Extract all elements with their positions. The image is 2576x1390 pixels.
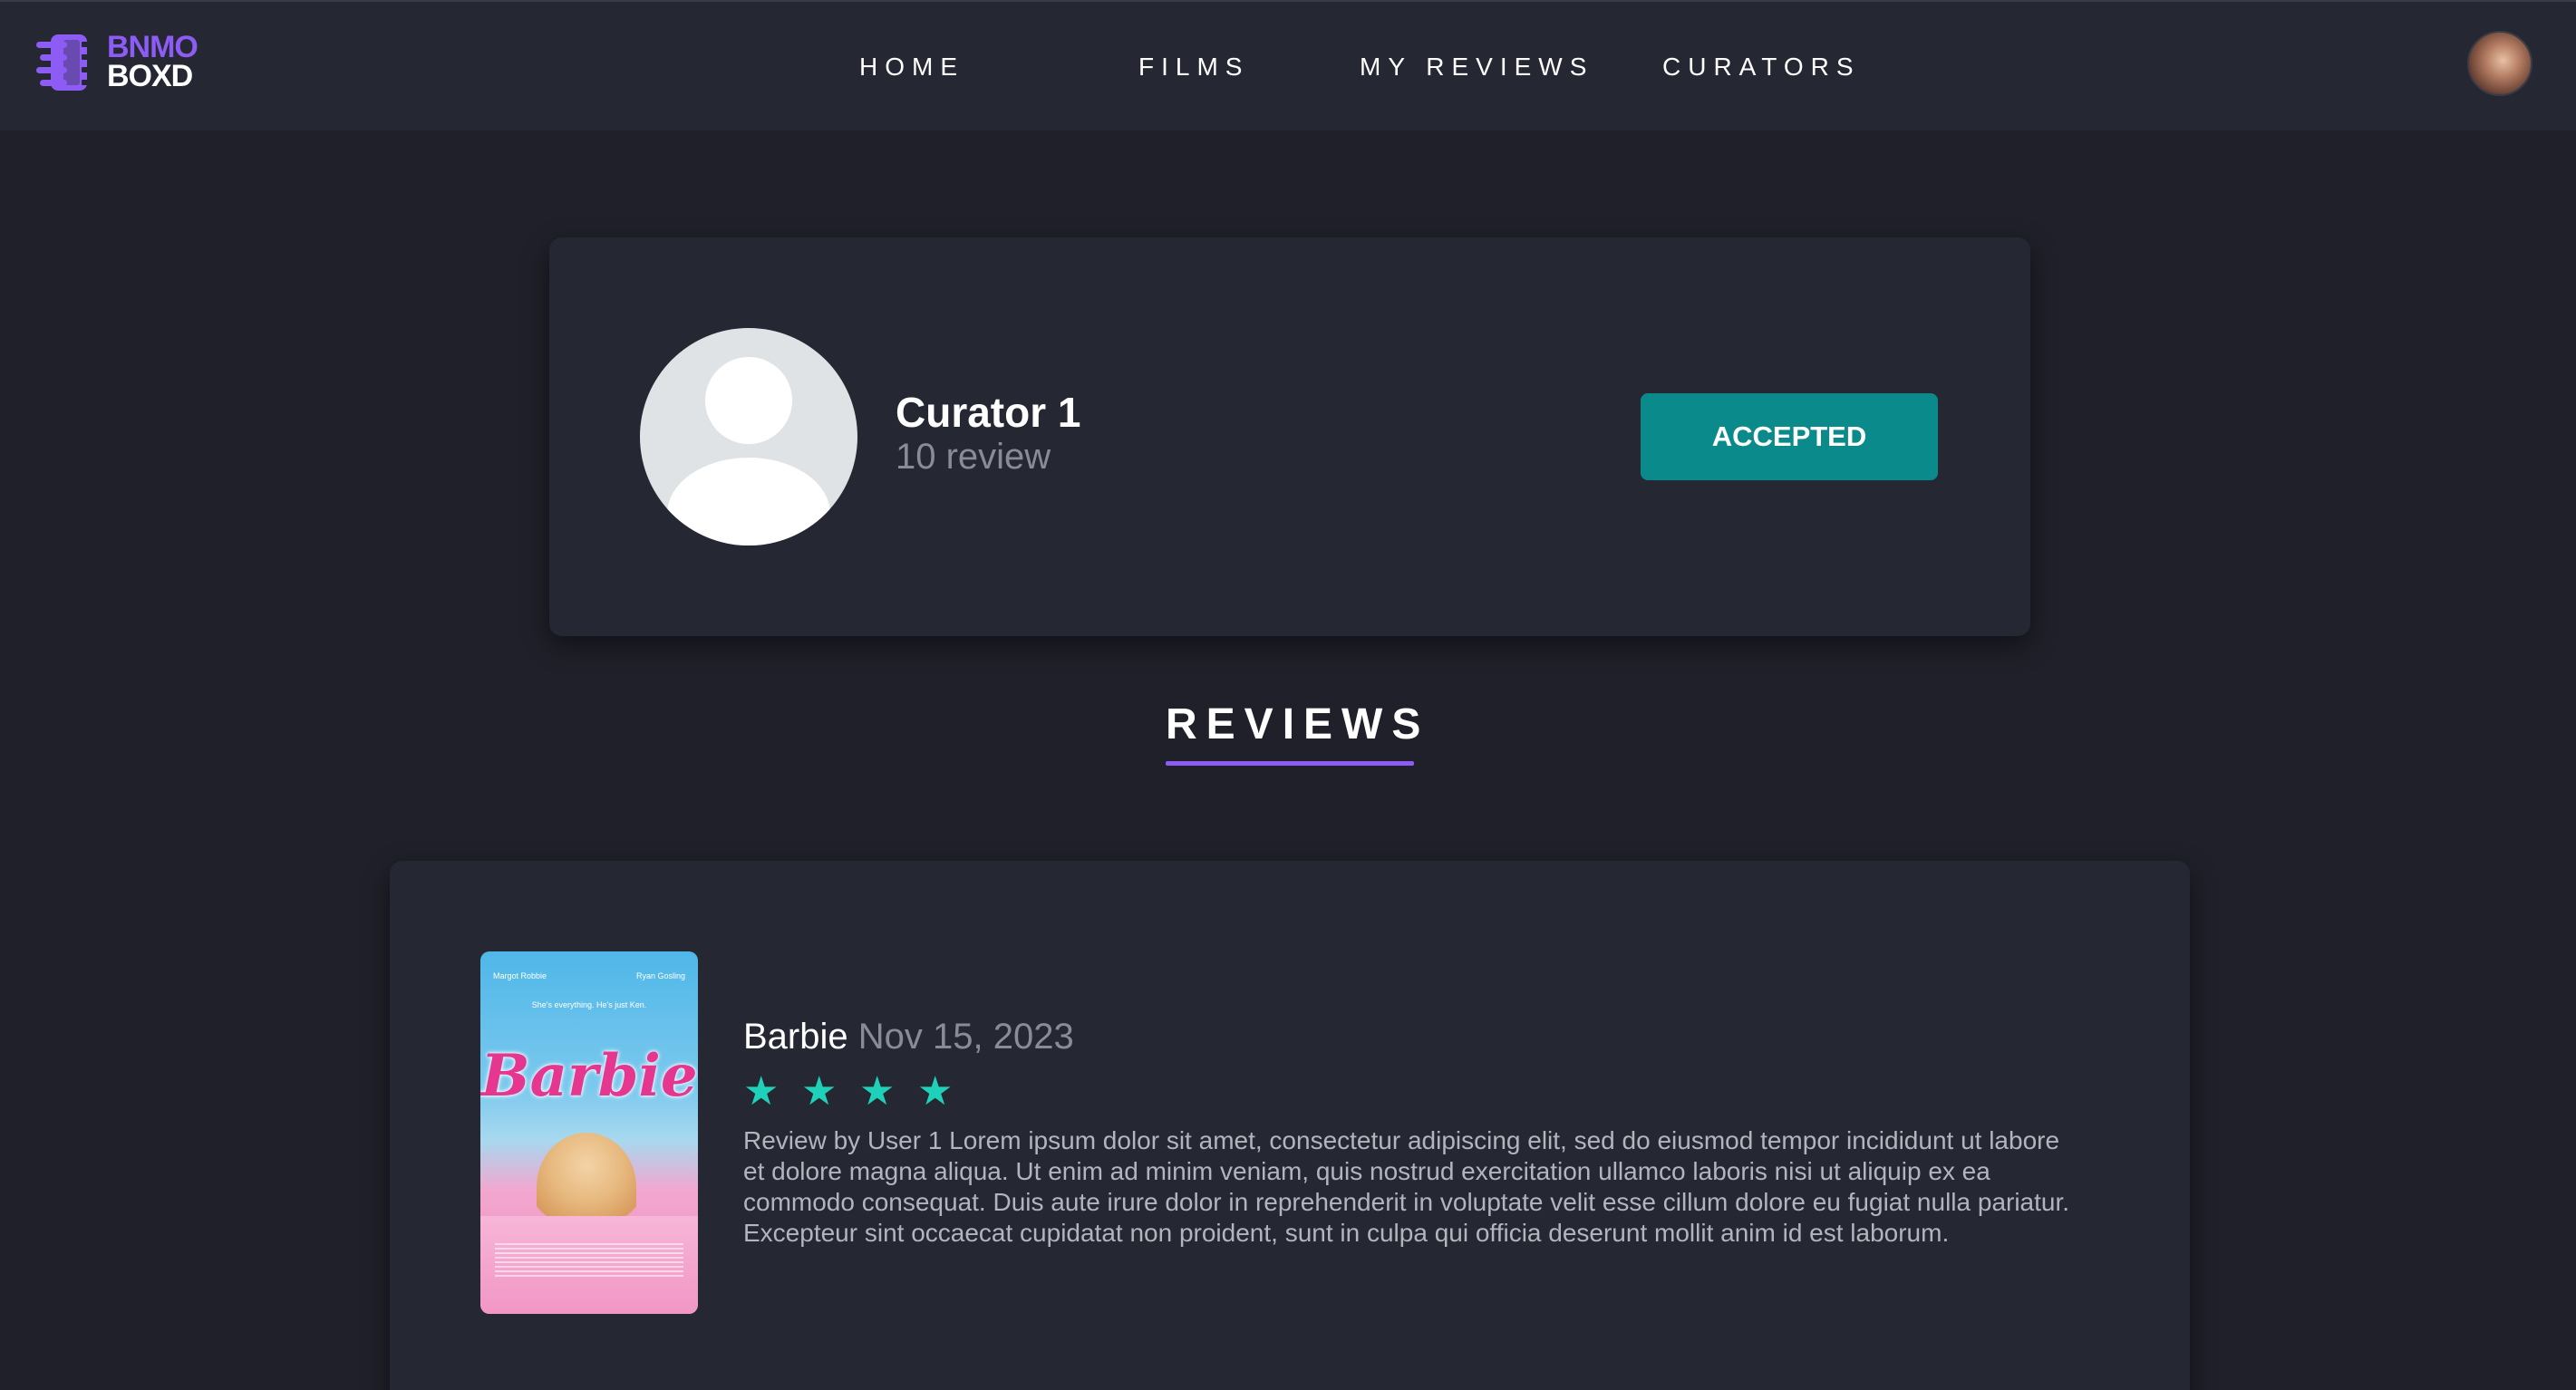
user-silhouette-icon	[667, 357, 830, 545]
nav-link-films[interactable]: FILMS	[1138, 49, 1249, 85]
curator-name: Curator 1	[896, 389, 1081, 436]
nav-link-home[interactable]: HOME	[859, 49, 964, 85]
star-icon: ★	[859, 1068, 896, 1115]
star-icon: ★	[917, 1068, 954, 1115]
curator-review-count: 10 review	[896, 437, 1051, 477]
nav-link-curators[interactable]: CURATORS	[1662, 49, 1861, 85]
film-logo-icon	[36, 34, 89, 91]
default-user-icon	[640, 328, 857, 545]
poster-credit-left: Margot Robbie	[493, 971, 547, 980]
reviews-heading-underline	[1166, 761, 1414, 766]
poster-credit-right: Ryan Gosling	[635, 971, 685, 980]
star-icon: ★	[801, 1068, 838, 1115]
logo-line-2: BOXD	[107, 59, 193, 93]
review-card: Margot Robbie Ryan Gosling She's everyth…	[390, 861, 2190, 1390]
accepted-status-button[interactable]: ACCEPTED	[1641, 393, 1938, 480]
review-header: Barbie Nov 15, 2023	[743, 1017, 1074, 1057]
nav-link-my-reviews[interactable]: MY REVIEWS	[1360, 49, 1593, 85]
poster-title: Barbie	[480, 1042, 698, 1110]
film-poster[interactable]: Margot Robbie Ryan Gosling She's everyth…	[480, 951, 698, 1314]
poster-tagline: She's everything. He's just Ken.	[531, 1000, 647, 1009]
curator-profile-card: Curator 1 10 review ACCEPTED	[549, 237, 2030, 636]
logo[interactable]: BNMO BOXD	[36, 29, 218, 98]
poster-fineprint	[495, 1243, 683, 1279]
star-rating: ★ ★ ★ ★	[743, 1069, 975, 1115]
star-icon: ★	[743, 1068, 780, 1115]
review-film-title[interactable]: Barbie	[743, 1017, 848, 1057]
review-text: Review by User 1 Lorem ipsum dolor sit a…	[743, 1126, 2070, 1247]
navbar: BNMO BOXD HOME FILMS MY REVIEWS CURATORS	[0, 0, 2576, 130]
logo-text: BNMO BOXD	[107, 30, 199, 93]
reviews-heading: REVIEWS	[1166, 700, 1430, 748]
review-date: Nov 15, 2023	[857, 1017, 1074, 1057]
logo-line-1: BNMO	[107, 30, 199, 64]
user-avatar[interactable]	[2467, 31, 2532, 96]
